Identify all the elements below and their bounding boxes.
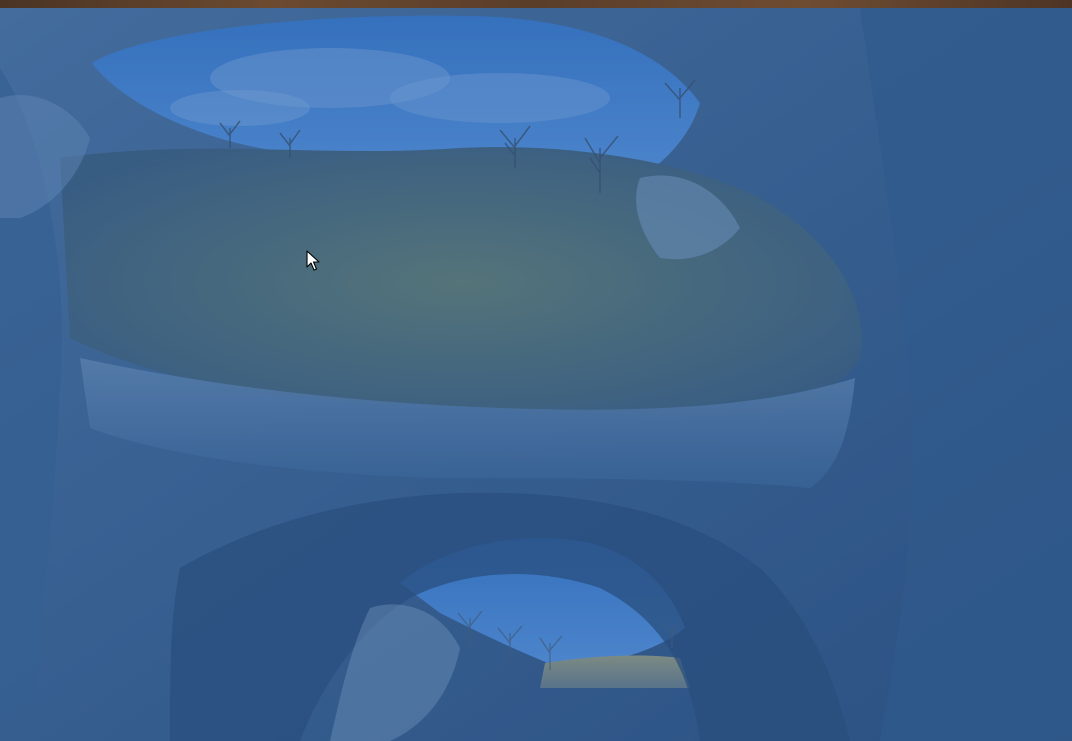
cloud [170,90,310,126]
top-edge-strip [0,0,1072,8]
desktop-wallpaper [0,8,1072,741]
mouse-pointer-icon [306,250,320,272]
desktop-screen [0,0,1072,741]
cloud [390,73,610,123]
cave-landscape-wallpaper [0,8,1072,741]
